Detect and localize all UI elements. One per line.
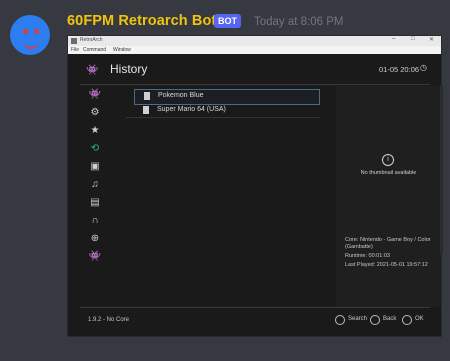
music-icon[interactable]: ♫ (88, 178, 102, 192)
clock-icon: ◷ (420, 63, 427, 72)
retroarch-logo-icon[interactable]: 👾 (88, 88, 102, 102)
info-icon: i (382, 154, 394, 166)
retroarch-ui: 👾 History 01-05 20:06 ◷ 👾 ⚙ ★ ⟲ ▣ ♫ ▤ ∩ … (68, 54, 441, 336)
list-item[interactable]: Pokemon Blue (134, 89, 320, 105)
list-item-label: Pokemon Blue (158, 92, 204, 99)
ok-button-icon (402, 315, 412, 325)
file-icon (143, 106, 149, 114)
search-button-icon (335, 315, 345, 325)
window-titlebar: RetroArch – □ ✕ (68, 36, 441, 46)
video-icon[interactable]: ▤ (88, 196, 102, 210)
list-item-label: Super Mario 64 (USA) (157, 106, 226, 113)
window-menubar: File Command Window (68, 46, 441, 54)
retroarch-logo-icon: 👾 (86, 65, 99, 76)
page-title: History (110, 62, 148, 76)
list-divider (126, 117, 320, 118)
ra-footer: 1.9.2 - No Core Search Back OK (68, 309, 441, 336)
file-icon (144, 92, 150, 100)
runtime-info: Runtime: 00:01:03 (345, 253, 390, 259)
controller-icon[interactable]: 👾 (88, 250, 102, 264)
ra-header: 👾 History 01-05 20:06 ◷ (68, 54, 441, 84)
menu-file[interactable]: File (71, 47, 79, 53)
avatar-mouth (24, 42, 38, 49)
avatar-eye-left (23, 29, 28, 34)
author-name[interactable]: 60FPM Retroarch Bot (67, 13, 216, 29)
netplay-icon[interactable]: ∩ (88, 214, 102, 228)
header-divider (80, 84, 430, 85)
menu-command[interactable]: Command (83, 47, 106, 53)
back-button[interactable]: Back (383, 316, 396, 322)
close-icon[interactable]: ✕ (429, 36, 434, 43)
no-thumbnail-text: No thumbnail available (360, 170, 417, 176)
maximize-icon[interactable]: □ (411, 36, 415, 42)
list-item[interactable]: Super Mario 64 (USA) (134, 104, 318, 118)
screenshot-attachment[interactable]: RetroArch – □ ✕ File Command Window 👾 Hi… (67, 35, 442, 337)
ok-button[interactable]: OK (415, 316, 424, 322)
favorites-star-icon[interactable]: ★ (88, 124, 102, 138)
search-button[interactable]: Search (348, 316, 367, 322)
settings-gear-icon[interactable]: ⚙ (88, 106, 102, 120)
thumbnail-panel: i No thumbnail available Core: Nintendo … (336, 86, 441, 307)
ra-sidebar: 👾 ⚙ ★ ⟲ ▣ ♫ ▤ ∩ ⊕ 👾 (80, 86, 110, 306)
history-icon[interactable]: ⟲ (88, 142, 102, 156)
window-title: RetroArch (80, 37, 103, 43)
clock-text: 01-05 20:06 (379, 65, 420, 74)
last-played-info: Last Played: 2021-05-01 19:57:12 (345, 262, 428, 268)
version-text: 1.9.2 - No Core (88, 317, 130, 323)
add-icon[interactable]: ⊕ (88, 232, 102, 246)
core-info: Core: Nintendo - Game Boy / Color (Gamba… (345, 237, 431, 250)
message-timestamp: Today at 8:06 PM (254, 16, 344, 28)
back-button-icon (370, 315, 380, 325)
images-icon[interactable]: ▣ (88, 160, 102, 174)
app-icon (71, 38, 77, 44)
bot-badge: BOT (214, 14, 241, 28)
minimize-icon[interactable]: – (392, 36, 395, 42)
chat-scrollbar[interactable] (440, 85, 443, 255)
footer-divider (80, 307, 430, 308)
bot-avatar[interactable] (10, 15, 50, 55)
menu-window[interactable]: Window (113, 47, 131, 53)
avatar-eye-right (34, 29, 39, 34)
